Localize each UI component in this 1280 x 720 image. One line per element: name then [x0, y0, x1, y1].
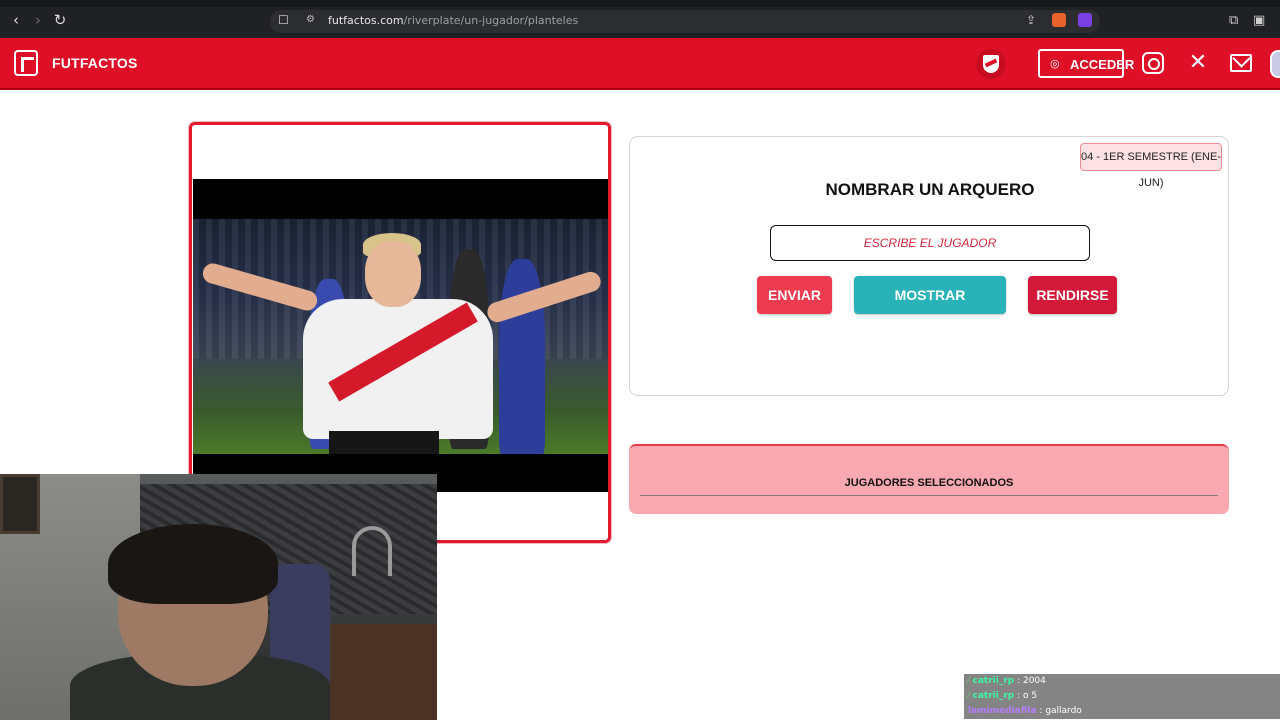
- mail-icon[interactable]: [1230, 54, 1252, 72]
- club-badge-icon[interactable]: [976, 49, 1006, 79]
- chat-text: gallardo: [1045, 706, 1082, 716]
- question-title: NOMBRAR UN ARQUERO: [825, 180, 1035, 199]
- give-up-button[interactable]: RENDIRSE: [1028, 276, 1117, 314]
- chat-text: 2004: [1022, 676, 1046, 686]
- chat-username: catrii_rp: [972, 676, 1015, 686]
- game-panel: 04 - 1ER SEMESTRE (ENE-JUN) NOMBRAR UN A…: [629, 136, 1229, 396]
- player-input[interactable]: [770, 225, 1090, 261]
- selected-players-panel: JUGADORES SELECCIONADOS: [629, 444, 1229, 514]
- chat-message: lamimediafila : gallardo: [964, 704, 1280, 719]
- selected-players-title: JUGADORES SELECCIONADOS: [844, 477, 1014, 489]
- login-button[interactable]: ◎ ACCEDER: [1038, 49, 1134, 78]
- site-info-icon[interactable]: ⚙: [306, 14, 315, 25]
- browser-tab-strip: [0, 0, 1280, 7]
- divider: [640, 495, 1218, 496]
- sidebar-icon[interactable]: ▣: [1253, 13, 1265, 28]
- futfactos-logo-icon[interactable]: [14, 50, 38, 76]
- extensions-icon[interactable]: ⧉: [1229, 13, 1238, 28]
- instagram-icon[interactable]: [1142, 52, 1164, 74]
- back-icon[interactable]: ‹: [8, 12, 24, 28]
- chat-username: lamimediafila: [968, 706, 1037, 716]
- url-domain: futfactos.com: [328, 14, 404, 27]
- wall-picture: [0, 474, 40, 534]
- x-twitter-icon[interactable]: ✕: [1187, 52, 1209, 74]
- avatar[interactable]: [1270, 50, 1280, 78]
- video-player[interactable]: [193, 179, 608, 492]
- forward-icon[interactable]: ›: [30, 12, 46, 28]
- show-answer-button[interactable]: MOSTRAR RESPUESTA: [854, 276, 1006, 341]
- reload-icon[interactable]: ↻: [52, 12, 68, 28]
- brave-rewards-icon[interactable]: [1078, 13, 1092, 27]
- chat-message: ⁄ catrii_rp : o 5: [964, 689, 1280, 704]
- chat-message: ⁄ catrii_rp : 2004: [964, 674, 1280, 689]
- share-icon[interactable]: ⇪: [1026, 13, 1036, 27]
- chat-overlay: ⁄ catrii_rp : 2004 ⁄ catrii_rp : o 5 lamim…: [964, 674, 1280, 720]
- moderator-icon: ⁄: [968, 676, 970, 686]
- browser-toolbar: ‹ › ↻ ☐ ⚙ futfactos.com/riverplate/un-ju…: [0, 0, 1280, 38]
- user-icon: ◎: [1050, 57, 1060, 70]
- site-header: FUTFACTOS ◎ ACCEDER ✕: [0, 38, 1280, 90]
- webcam-overlay: [0, 474, 437, 720]
- logo-text[interactable]: FUTFACTOS: [52, 55, 138, 71]
- chat-username: catrii_rp: [972, 691, 1015, 701]
- brave-shield-icon[interactable]: [1052, 13, 1066, 27]
- url-text[interactable]: futfactos.com/riverplate/un-jugador/plan…: [328, 14, 578, 27]
- chat-text: o 5: [1022, 691, 1038, 701]
- bookmark-icon[interactable]: ☐: [278, 13, 289, 27]
- submit-button[interactable]: ENVIAR: [757, 276, 832, 314]
- login-label: ACCEDER: [1070, 57, 1135, 72]
- player-photo: [193, 219, 608, 454]
- period-badge: 04 - 1ER SEMESTRE (ENE-JUN): [1080, 143, 1222, 189]
- url-path: /riverplate/un-jugador/planteles: [403, 14, 579, 27]
- moderator-icon: ⁄: [968, 691, 970, 701]
